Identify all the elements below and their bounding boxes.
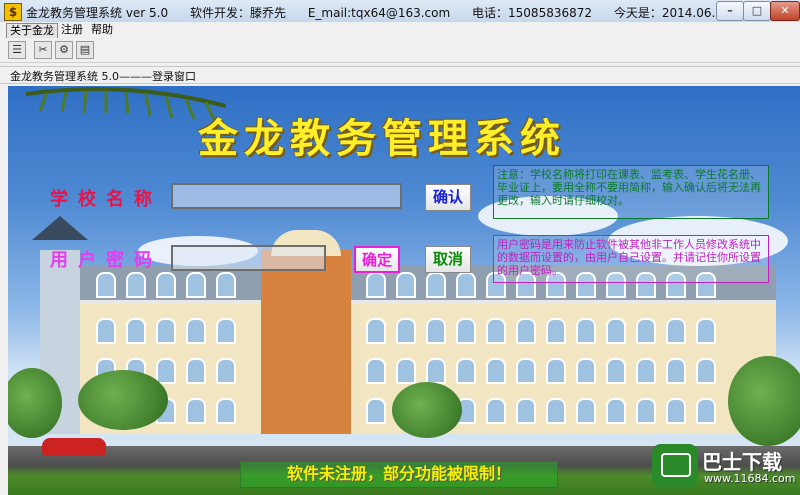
maximize-button[interactable]: □ [743,1,771,21]
password-note: 用户密码是用来防止软件被其他非工作人员修改系统中的数据而设置的，由用户自己设置。… [493,235,769,283]
password-input[interactable] [171,245,326,271]
password-label: 用户密码 [50,250,162,271]
palm-branch-icon [26,87,226,121]
menu-register[interactable]: 注册 [58,23,86,37]
watermark-url: www.11684.com [704,472,796,485]
watermark-logo-icon [652,444,698,488]
school-name-label: 学校名称 [50,189,162,210]
tree [392,382,462,438]
tree [728,356,800,446]
form-caption: 金龙教务管理系统 5.0———登录窗口 [10,70,196,83]
school-name-note: 注意：学校名称将打印在课表、监考表、学生花名册、毕业证上，要用全称不要用简称，输… [493,165,769,219]
window-title: 金龙教务管理系统 ver 5.0 软件开发：滕乔先 E_mail:tqx64@1… [26,4,800,21]
toolbar: ☰ ✂ ⚙ ▤ [0,38,800,63]
title-app-name: 金龙教务管理系统 ver 5.0 [26,6,169,20]
tree [78,370,168,430]
form-caption-bar: 金龙教务管理系统 5.0———登录窗口 [0,66,800,84]
watermark-name: 巴士下载 [702,450,782,474]
list-icon[interactable]: ☰ [8,41,26,59]
confirm-school-button[interactable]: 确认 [425,184,471,211]
minimize-button[interactable]: – [716,1,744,21]
document-icon[interactable]: ▤ [76,41,94,59]
close-button[interactable]: ✕ [770,1,800,21]
cancel-button[interactable]: 取消 [425,246,471,273]
school-name-input[interactable] [171,183,402,209]
menu-bar: 关于金龙 注册 帮助 [0,22,800,39]
settings-icon[interactable]: ⚙ [55,41,73,59]
title-phone: 电话：15085836872 [472,6,593,20]
title-bar[interactable]: $ 金龙教务管理系统 ver 5.0 软件开发：滕乔先 E_mail:tqx64… [0,0,800,23]
system-title: 金龙教务管理系统 [198,115,566,162]
app-icon: $ [4,3,22,21]
window-row [86,358,746,384]
window-row [86,318,746,344]
watermark: 巴士下载 www.11684.com [652,442,798,492]
app-window: $ 金龙教务管理系统 ver 5.0 软件开发：滕乔先 E_mail:tqx64… [0,0,800,495]
car [42,438,106,456]
title-email: E_mail:tqx64@163.com [307,6,451,20]
unregistered-banner: 软件未注册，部分功能被限制！ [240,461,558,488]
tools-icon[interactable]: ✂ [34,41,52,59]
title-developer: 软件开发：滕乔先 [189,6,286,20]
ok-button[interactable]: 确定 [354,246,400,273]
menu-about[interactable]: 关于金龙 [6,23,58,39]
menu-help[interactable]: 帮助 [88,23,116,37]
